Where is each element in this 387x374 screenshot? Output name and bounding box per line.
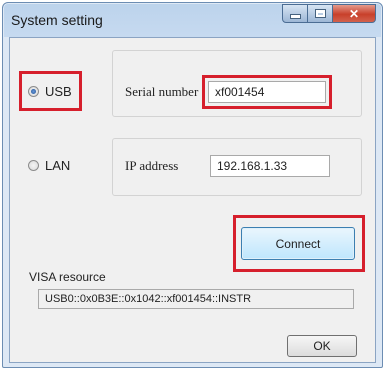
close-icon: ✕ bbox=[348, 6, 360, 21]
maximize-button[interactable] bbox=[308, 4, 333, 23]
minimize-button[interactable] bbox=[282, 4, 308, 23]
visa-resource-label: VISA resource bbox=[29, 270, 106, 284]
close-button[interactable]: ✕ bbox=[333, 4, 376, 23]
ip-address-label: IP address bbox=[125, 158, 179, 173]
ok-button[interactable]: OK bbox=[287, 335, 357, 357]
system-setting-window: System setting ✕ USB Serial number xf001… bbox=[2, 2, 383, 368]
connect-button[interactable]: Connect bbox=[241, 227, 355, 260]
caption-buttons: ✕ bbox=[282, 4, 376, 24]
lan-radio[interactable]: LAN bbox=[28, 158, 70, 173]
dialog-client-area: USB Serial number xf001454 LAN IP addres… bbox=[9, 37, 376, 363]
window-title: System setting bbox=[11, 12, 103, 28]
serial-number-label: Serial number bbox=[125, 84, 199, 99]
serial-number-highlight-box bbox=[202, 75, 332, 109]
ip-address-input[interactable]: 192.168.1.33 bbox=[210, 155, 330, 177]
visa-resource-field: USB0::0x0B3E::0x1042::xf001454::INSTR bbox=[38, 289, 354, 309]
maximize-icon bbox=[315, 10, 325, 17]
minimize-icon bbox=[290, 14, 300, 18]
usb-highlight-box bbox=[19, 71, 82, 111]
title-bar[interactable]: System setting ✕ bbox=[3, 3, 382, 37]
lan-radio-indicator bbox=[28, 160, 39, 171]
lan-radio-label: LAN bbox=[45, 158, 71, 173]
